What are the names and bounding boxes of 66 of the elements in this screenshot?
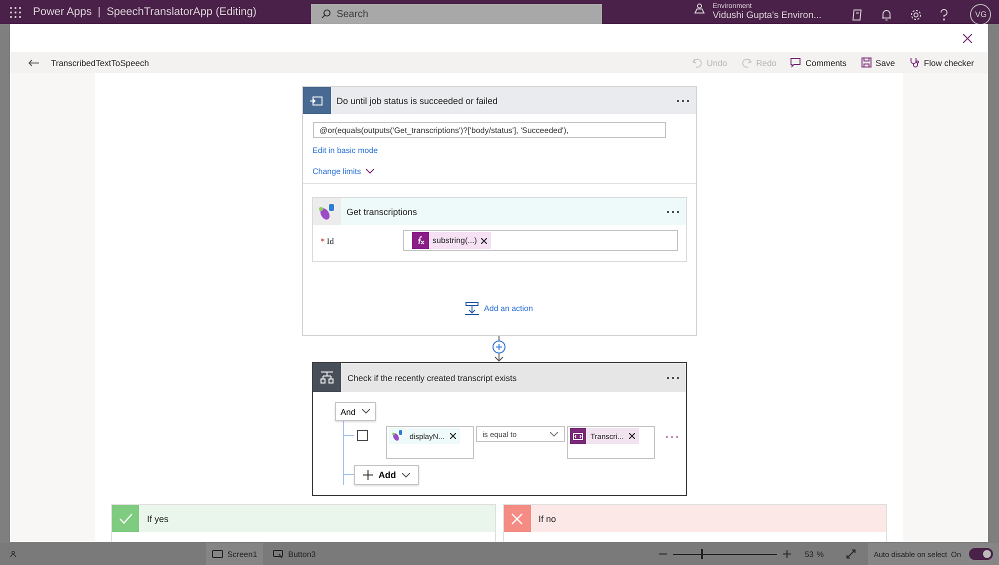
control-name[interactable]: Button3 <box>288 550 316 558</box>
more-icon[interactable] <box>666 210 680 214</box>
remove-icon[interactable] <box>450 433 456 439</box>
field-label: Id <box>326 236 334 246</box>
comment-icon <box>790 57 802 68</box>
chevron-down-icon <box>550 432 558 436</box>
environment-name[interactable]: Vidushi Gupta's Environ... <box>712 10 822 21</box>
checker-button[interactable]: Flow checker <box>906 57 976 68</box>
search-field[interactable]: Search <box>310 4 602 24</box>
edit-basic-mode-link[interactable]: Edit in basic mode <box>312 146 686 155</box>
save-icon <box>860 57 872 68</box>
stethoscope-icon <box>908 57 920 68</box>
redo-icon <box>741 57 752 68</box>
expression-field[interactable]: @or(equals(outputs('Get_transcriptions')?['body/status'], 'Succeeded'), <box>312 122 666 138</box>
zoom-unit: % <box>816 550 824 558</box>
chevron-down-icon <box>402 472 410 478</box>
title-separator: | <box>98 6 101 18</box>
branch-label: If no <box>538 514 556 524</box>
help-icon[interactable] <box>940 9 948 21</box>
toggle-switch[interactable] <box>969 548 993 560</box>
button-control-icon <box>273 550 284 558</box>
plus-icon <box>362 470 372 480</box>
back-arrow-icon[interactable] <box>28 58 39 66</box>
remove-icon[interactable] <box>628 433 635 439</box>
connector-icon <box>316 202 336 222</box>
action-title: Get transcriptions <box>346 206 418 216</box>
add-action-icon[interactable] <box>465 302 480 315</box>
bell-icon[interactable] <box>881 9 892 21</box>
settings-icon[interactable] <box>910 9 922 21</box>
chevron-down-icon <box>362 409 370 414</box>
add-action-link[interactable]: Add an action <box>484 304 533 313</box>
remove-icon[interactable] <box>480 238 487 244</box>
zoom-in-icon[interactable] <box>782 550 791 558</box>
branch-label: If yes <box>147 514 169 524</box>
variable-icon <box>572 432 582 440</box>
insert-step-drawing[interactable] <box>492 336 506 362</box>
expression-token[interactable]: substring(...) <box>412 232 491 249</box>
comments-button[interactable]: Comments <box>788 57 849 68</box>
save-button[interactable]: Save <box>858 57 897 68</box>
required-mark: * <box>320 236 325 246</box>
zoom-value: 53 <box>804 550 814 558</box>
card-title: Do until job status is succeeded or failed <box>336 96 499 106</box>
person-icon[interactable] <box>10 549 16 559</box>
close-icon[interactable] <box>963 34 972 42</box>
slider-thumb[interactable] <box>700 549 703 559</box>
more-icon[interactable] <box>666 376 680 380</box>
function-icon <box>412 232 428 249</box>
flow-name: TranscribedTextToSpeech <box>51 58 149 68</box>
operator-dropdown[interactable]: And <box>334 402 376 421</box>
connector-icon <box>390 430 402 442</box>
fit-screen-icon[interactable] <box>846 549 856 559</box>
copilot-icon[interactable] <box>851 9 864 21</box>
input-field[interactable]: substring(...) <box>402 230 678 251</box>
search-icon <box>320 9 331 19</box>
checkbox[interactable] <box>356 430 368 441</box>
card-title: Check if the recently created transcript exists <box>348 372 518 382</box>
chevron-down-icon <box>366 169 374 174</box>
app-title: SpeechTranslatorApp (Editing) <box>106 6 257 18</box>
screen-icon <box>212 550 224 558</box>
app-name: Power Apps <box>33 6 92 18</box>
environment-icon <box>694 3 705 14</box>
add-button[interactable]: Add <box>354 465 419 485</box>
app-launcher-icon[interactable] <box>10 7 21 18</box>
undo-icon <box>692 57 703 68</box>
change-limits-link[interactable]: Change limits <box>312 167 374 176</box>
more-icon[interactable] <box>676 98 690 102</box>
